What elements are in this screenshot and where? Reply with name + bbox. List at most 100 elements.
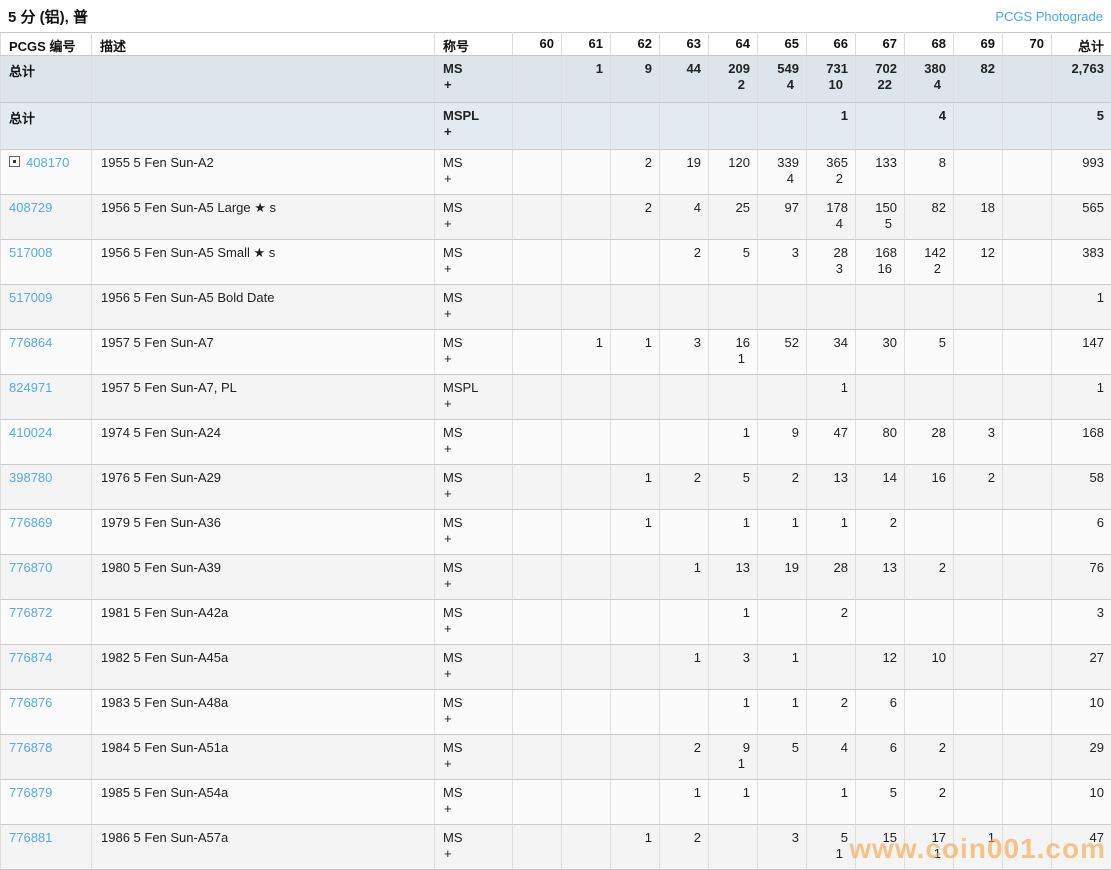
cell-description: 1956 5 Fen Sun-A5 Large ★ s — [92, 195, 435, 240]
column-header-68: 68 — [905, 33, 954, 56]
cell-grade-60 — [513, 56, 562, 103]
total-count: 993 — [1052, 150, 1111, 170]
column-header-70: 70 — [1003, 33, 1052, 56]
cell-grade-67 — [856, 600, 905, 645]
grade-count: 702 — [856, 56, 904, 76]
cell-grade-67: 2 — [856, 510, 905, 555]
pcgs-number-link[interactable]: 776876 — [9, 695, 52, 710]
cell-grade-67: 16816 — [856, 240, 905, 285]
pcgs-number-link[interactable]: 776879 — [9, 785, 52, 800]
cell-grade-66: 1 — [807, 510, 856, 555]
cell-grade-69: 18 — [954, 195, 1003, 240]
cell-grade-62 — [611, 645, 660, 690]
total-count: 29 — [1052, 735, 1111, 755]
grade-count: 25 — [709, 195, 757, 215]
grade-count: 209 — [709, 56, 757, 76]
cell-grade-67: 70222 — [856, 56, 905, 103]
cell-total: 993 — [1052, 150, 1111, 195]
cell-grade-65: 3 — [758, 825, 807, 870]
grade-count: 168 — [856, 240, 904, 260]
grade-count: 3 — [709, 645, 757, 665]
pcgs-number-link[interactable]: 776878 — [9, 740, 52, 755]
grade-count: 1 — [709, 690, 757, 710]
column-header-desc: 描述 — [92, 33, 435, 56]
cell-grade-61: 1 — [562, 56, 611, 103]
cell-grade-69 — [954, 645, 1003, 690]
cell-grade-65 — [758, 285, 807, 330]
pcgs-number-link[interactable]: 776869 — [9, 515, 52, 530]
grade-count: 82 — [905, 195, 953, 215]
cell-grade-66: 2 — [807, 690, 856, 735]
designation-plus-label: + — [435, 350, 512, 366]
table-row: 5170091956 5 Fen Sun-A5 Bold DateMS+1 — [1, 285, 1111, 330]
pcgs-number-link[interactable]: 776881 — [9, 830, 52, 845]
pcgs-number-link[interactable]: 776870 — [9, 560, 52, 575]
cell-grade-63: 1 — [660, 555, 709, 600]
header-row: PCGS 编号描述称号6061626364656667686970总计 — [1, 33, 1111, 56]
designation-label: MS — [435, 510, 512, 530]
cell-grade-63 — [660, 103, 709, 150]
designation-plus-label: + — [435, 305, 512, 321]
column-header-pcgs: PCGS 编号 — [1, 33, 92, 56]
total-count: 5 — [1052, 103, 1111, 123]
pcgs-number-link[interactable]: 824971 — [9, 380, 52, 395]
cell-grade-62 — [611, 375, 660, 420]
grade-count: 2 — [758, 465, 806, 485]
cell-grade-67: 1505 — [856, 195, 905, 240]
cell-grade-70 — [1003, 150, 1052, 195]
grade-plus-count: 2 — [807, 170, 855, 186]
cell-grade-68: 10 — [905, 645, 954, 690]
grade-count: 1 — [807, 780, 855, 800]
cell-description: 1983 5 Fen Sun-A48a — [92, 690, 435, 735]
total-count: 3 — [1052, 600, 1111, 620]
cell-grade-63 — [660, 510, 709, 555]
cell-grade-67: 13 — [856, 555, 905, 600]
pcgs-number-link[interactable]: 776864 — [9, 335, 52, 350]
total-count: 10 — [1052, 690, 1111, 710]
grade-count: 178 — [807, 195, 855, 215]
cell-grade-69 — [954, 780, 1003, 825]
cell-pcgs-number: 总计 — [1, 56, 92, 103]
pcgs-number-link[interactable]: 410024 — [9, 425, 52, 440]
cell-grade-68 — [905, 285, 954, 330]
cell-grade-61 — [562, 780, 611, 825]
pcgs-number-link[interactable]: 408729 — [9, 200, 52, 215]
designation-plus-label: + — [435, 530, 512, 546]
grade-plus-count: 4 — [758, 170, 806, 186]
table-row: 7768781984 5 Fen Sun-A51aMS+291546229 — [1, 735, 1111, 780]
cell-description: 1957 5 Fen Sun-A7 — [92, 330, 435, 375]
pcgs-number-link[interactable]: 408170 — [26, 155, 69, 170]
pcgs-number-link[interactable]: 517009 — [9, 290, 52, 305]
grade-count: 6 — [856, 735, 904, 755]
grade-count: 339 — [758, 150, 806, 170]
grade-count: 5 — [905, 330, 953, 350]
watermark-text: www.coin001.com — [849, 833, 1106, 865]
cell-pcgs-number: 776874 — [1, 645, 92, 690]
pcgs-number-link[interactable]: 398780 — [9, 470, 52, 485]
cell-designation: MS+ — [435, 780, 513, 825]
pcgs-number-link[interactable]: 776872 — [9, 605, 52, 620]
grade-count: 82 — [954, 56, 1002, 76]
designation-label: MS — [435, 555, 512, 575]
pcgs-number-link[interactable]: 517008 — [9, 245, 52, 260]
grade-count: 1 — [807, 375, 855, 395]
grade-count: 18 — [954, 195, 1002, 215]
cell-designation: MS+ — [435, 510, 513, 555]
designation-plus-label: + — [435, 845, 512, 861]
pcgs-photograde-link[interactable]: PCGS Photograde — [995, 9, 1103, 24]
total-count: 27 — [1052, 645, 1111, 665]
table-row: 7768761983 5 Fen Sun-A48aMS+112610 — [1, 690, 1111, 735]
cell-grade-69 — [954, 375, 1003, 420]
expand-icon[interactable] — [9, 156, 20, 167]
grade-count: 3 — [954, 420, 1002, 440]
cell-grade-67: 133 — [856, 150, 905, 195]
grade-plus-count: 3 — [807, 260, 855, 276]
grade-count: 19 — [660, 150, 708, 170]
pcgs-number-link[interactable]: 776874 — [9, 650, 52, 665]
cell-pcgs-number: 776864 — [1, 330, 92, 375]
cell-grade-61 — [562, 285, 611, 330]
cell-grade-60 — [513, 825, 562, 870]
grade-count: 2 — [905, 735, 953, 755]
cell-description: 1976 5 Fen Sun-A29 — [92, 465, 435, 510]
cell-grade-60 — [513, 195, 562, 240]
